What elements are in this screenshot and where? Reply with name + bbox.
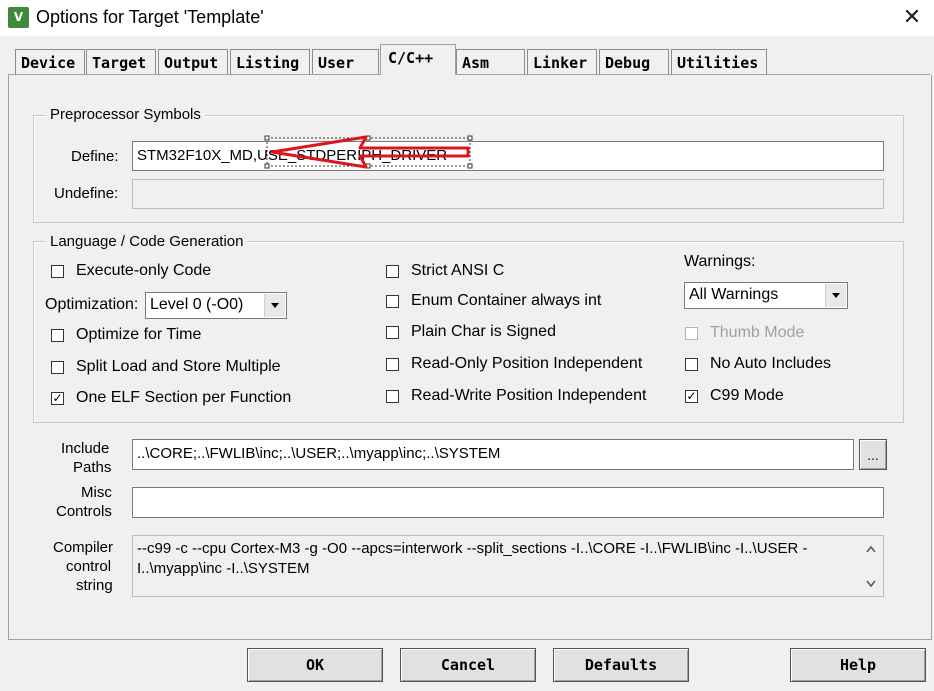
compiler-label-line1: Compiler — [53, 539, 114, 556]
define-label: Define: — [71, 148, 119, 165]
optimization-select[interactable]: Level 0 (-O0) — [145, 292, 287, 319]
split-load-label: Split Load and Store Multiple — [76, 358, 281, 375]
thumb-mode-label: Thumb Mode — [710, 324, 805, 341]
strict-ansi-checkbox[interactable] — [386, 265, 399, 278]
warnings-label: Warnings: — [684, 253, 756, 270]
scroll-down-icon — [866, 580, 876, 588]
no-auto-includes-checkbox[interactable] — [685, 358, 698, 371]
warnings-select[interactable]: All Warnings — [684, 282, 848, 309]
selection-handle-tl — [264, 135, 270, 141]
execute-only-label: Execute-only Code — [76, 262, 212, 279]
tab-user[interactable]: User — [312, 49, 379, 74]
ro-position-checkbox[interactable] — [386, 358, 399, 371]
one-elf-label: One ELF Section per Function — [76, 389, 292, 406]
include-label-line2: Paths — [73, 459, 112, 476]
compiler-scrollbar[interactable] — [860, 538, 882, 594]
optimization-label: Optimization: — [45, 296, 139, 313]
optimize-time-checkbox[interactable] — [51, 329, 64, 342]
tab-listing[interactable]: Listing — [230, 49, 310, 74]
selection-handle-bl — [264, 163, 270, 169]
tab-linker[interactable]: Linker — [527, 49, 597, 74]
selection-marquee — [266, 137, 471, 167]
compiler-control-textarea[interactable]: --c99 -c --cpu Cortex-M3 -g -O0 --apcs=i… — [132, 535, 884, 597]
preprocessor-legend: Preprocessor Symbols — [46, 106, 205, 123]
compiler-string-line1: --c99 -c --cpu Cortex-M3 -g -O0 --apcs=i… — [137, 540, 808, 557]
plain-char-checkbox[interactable] — [386, 326, 399, 339]
tab-device[interactable]: Device — [15, 49, 85, 74]
plain-char-label: Plain Char is Signed — [411, 323, 556, 340]
selection-handle-tr — [467, 135, 473, 141]
annotation-arrow — [264, 135, 473, 169]
help-button[interactable]: Help — [790, 648, 926, 682]
ro-position-label: Read-Only Position Independent — [411, 355, 643, 372]
thumb-mode-checkbox[interactable] — [685, 327, 698, 340]
enum-container-label: Enum Container always int — [411, 292, 602, 309]
cancel-button[interactable]: Cancel — [400, 648, 536, 682]
undefine-input[interactable] — [132, 179, 884, 209]
chevron-down-icon — [264, 294, 285, 317]
one-elf-checkbox[interactable]: ✓ — [51, 392, 64, 405]
include-label-line1: Include — [61, 440, 110, 457]
split-load-checkbox[interactable] — [51, 361, 64, 374]
tab-output[interactable]: Output — [158, 49, 228, 74]
window-title: Options for Target 'Template' — [36, 7, 264, 27]
strict-ansi-label: Strict ANSI C — [411, 262, 505, 279]
define-value-part1: STM32F10X_MD, — [137, 147, 258, 164]
include-paths-input[interactable]: ..\CORE;..\FWLIB\inc;..\USER;..\myapp\in… — [132, 439, 854, 470]
c99-mode-checkbox[interactable]: ✓ — [685, 390, 698, 403]
close-icon[interactable]: ✕ — [896, 4, 928, 32]
optimize-time-label: Optimize for Time — [76, 326, 202, 343]
chevron-down-icon — [825, 284, 846, 307]
language-legend: Language / Code Generation — [46, 233, 248, 250]
compiler-label-line2: control — [66, 558, 112, 575]
undefine-label: Undefine: — [54, 185, 119, 202]
rw-position-checkbox[interactable] — [386, 390, 399, 403]
compiler-string-line2: I..\myapp\inc -I..\SYSTEM — [137, 560, 310, 577]
red-arrow-shape — [270, 135, 470, 169]
selection-handle-br — [467, 163, 473, 169]
compiler-label-line3: string — [76, 577, 113, 594]
tab-asm[interactable]: Asm — [456, 49, 525, 74]
enum-container-checkbox[interactable] — [386, 295, 399, 308]
defaults-button[interactable]: Defaults — [553, 648, 689, 682]
keil-app-icon: V — [8, 7, 29, 28]
include-paths-browse-button[interactable]: ... — [859, 439, 887, 470]
scroll-up-icon — [866, 545, 876, 553]
execute-only-checkbox[interactable] — [51, 265, 64, 278]
misc-controls-input[interactable] — [132, 487, 884, 518]
define-input[interactable]: STM32F10X_MD,USE_STDPERIPH_DRIVER — [132, 141, 884, 171]
c99-mode-label: C99 Mode — [710, 387, 784, 404]
optimization-value: Level 0 (-O0) — [150, 296, 244, 313]
warnings-value: All Warnings — [689, 286, 779, 303]
tab-debug[interactable]: Debug — [599, 49, 669, 74]
misc-label-line2: Controls — [56, 503, 112, 520]
ok-button[interactable]: OK — [247, 648, 383, 682]
tab-utilities[interactable]: Utilities — [671, 49, 767, 74]
rw-position-label: Read-Write Position Independent — [411, 387, 647, 404]
misc-label-line1: Misc — [81, 484, 112, 501]
no-auto-includes-label: No Auto Includes — [710, 355, 831, 372]
tab-target[interactable]: Target — [86, 49, 156, 74]
tab-c-cpp[interactable]: C/C++ — [380, 44, 456, 75]
